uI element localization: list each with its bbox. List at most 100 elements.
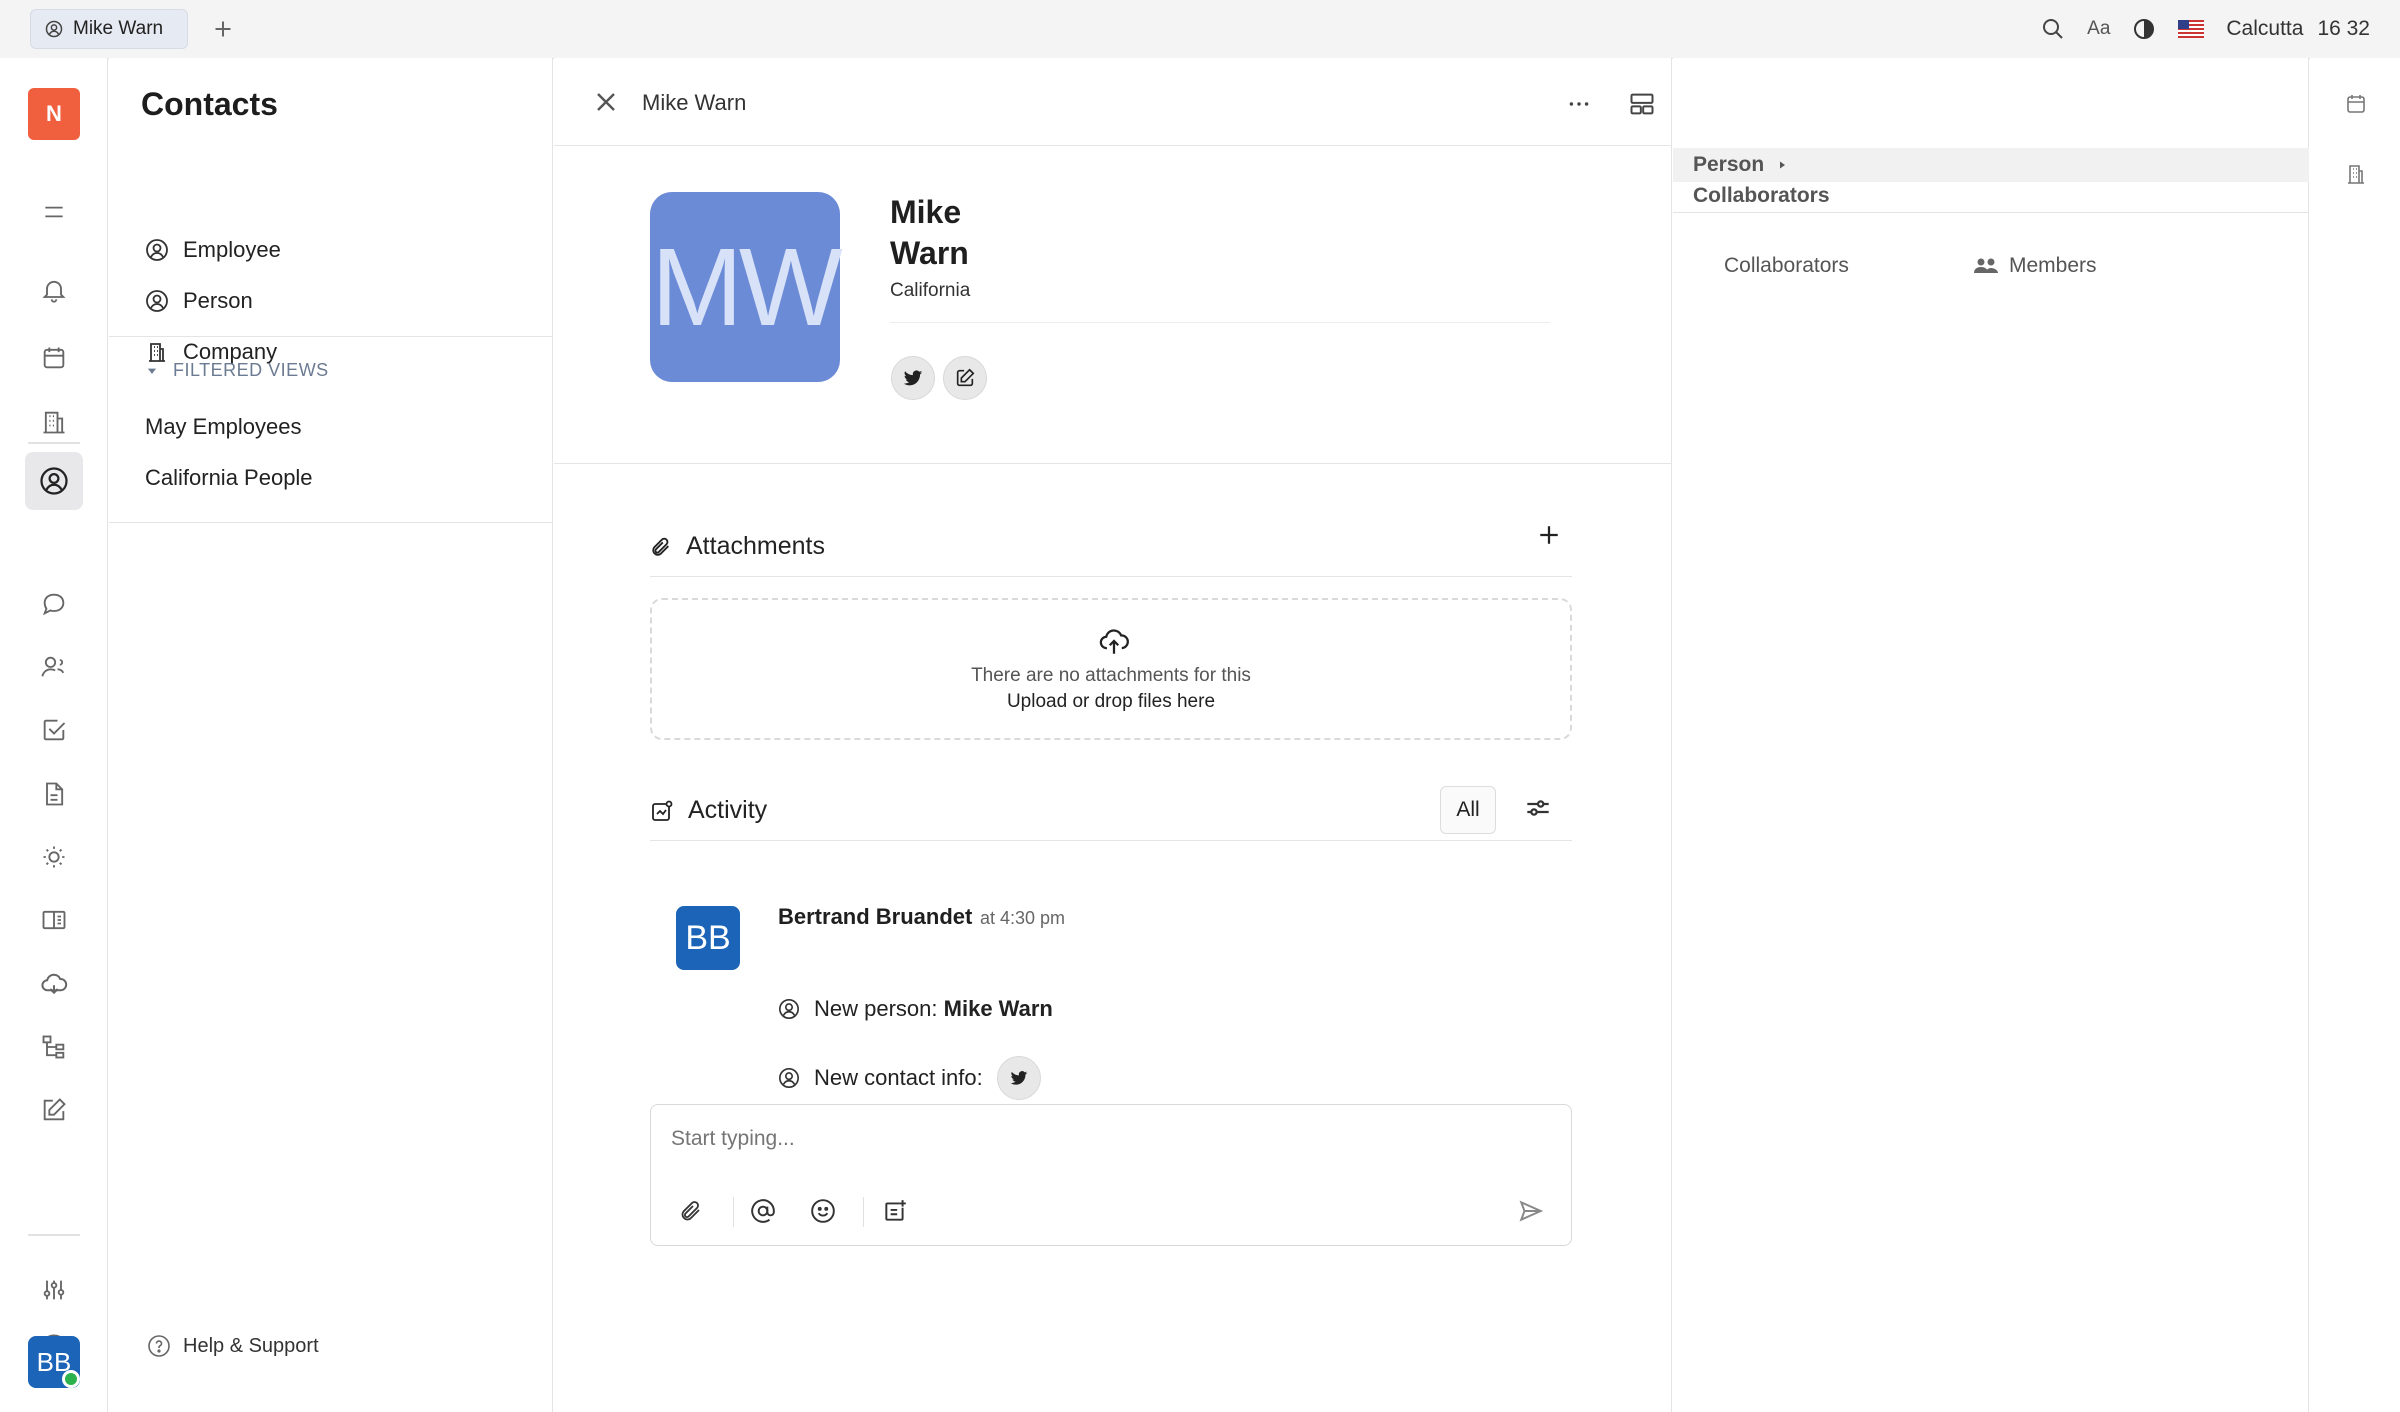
send-button[interactable]	[1513, 1193, 1549, 1229]
clock-city: Calcutta	[2226, 17, 2304, 40]
aside-panel: Person Collaborators Collaborators Membe…	[1673, 58, 2309, 1412]
building-icon[interactable]	[34, 402, 74, 442]
paperclip-icon	[679, 1199, 703, 1223]
add-contact-info-button[interactable]	[943, 356, 987, 400]
mention-button[interactable]	[745, 1193, 781, 1229]
edit-icon	[954, 367, 976, 389]
document-icon[interactable]	[34, 774, 74, 814]
help-support-label: Help & Support	[183, 1334, 319, 1357]
add-tab-button[interactable]	[208, 14, 238, 44]
workspace-button[interactable]: N	[28, 88, 80, 140]
activity-line1-value[interactable]: Mike Warn	[944, 996, 1053, 1021]
contacts-navigator: Contacts Employee Person Company FILTERE…	[109, 58, 553, 1412]
more-options-button[interactable]	[1554, 80, 1604, 128]
nav-item-employee[interactable]: Employee	[145, 230, 281, 270]
bell-icon[interactable]	[34, 270, 74, 310]
clock-time: 16 32	[2317, 17, 2370, 40]
aside-section-title: Collaborators	[1693, 184, 1830, 207]
filtered-views-header[interactable]: FILTERED VIEWS	[145, 360, 329, 381]
caret-right-icon	[1776, 159, 1788, 171]
aside-breadcrumb[interactable]: Person	[1673, 148, 2309, 182]
filtered-views-label: FILTERED VIEWS	[173, 360, 329, 380]
help-icon	[147, 1334, 171, 1358]
filtered-view-california-people[interactable]: California People	[145, 465, 313, 491]
activity-header: Activity	[650, 796, 767, 825]
message-input[interactable]	[671, 1127, 1571, 1151]
add-attachment-button[interactable]	[1534, 520, 1564, 550]
activity-filter-all[interactable]: All	[1440, 786, 1496, 834]
world-clock[interactable]: Calcutta 16 32	[2226, 17, 2370, 41]
contact-avatar[interactable]: MW	[650, 192, 843, 382]
navigator-title: Contacts	[141, 86, 278, 122]
tab-mike-warn[interactable]: Mike Warn	[30, 9, 188, 49]
tasks-icon[interactable]	[34, 710, 74, 750]
calendar-icon[interactable]	[34, 338, 74, 378]
edit-icon[interactable]	[34, 1090, 74, 1130]
attach-file-button[interactable]	[673, 1193, 709, 1229]
contact-last-name: Warn	[890, 235, 969, 271]
right-rail	[2310, 58, 2400, 1412]
building-icon[interactable]	[2340, 158, 2372, 190]
smiley-icon	[810, 1198, 836, 1224]
menu-icon[interactable]	[34, 192, 74, 232]
activity-author[interactable]: Bertrand Bruandet	[778, 904, 972, 930]
sun-icon[interactable]	[34, 837, 74, 877]
detail-header: Mike Warn	[554, 58, 1730, 146]
contact-name[interactable]: Mike Warn	[890, 192, 969, 274]
collaborators-label: Collaborators	[1724, 254, 1849, 277]
upload-link[interactable]: Upload or drop files here	[652, 691, 1570, 713]
cloud-icon[interactable]	[34, 964, 74, 1004]
nav-item-label: Person	[183, 288, 253, 313]
book-icon[interactable]	[34, 900, 74, 940]
recruiting-icon[interactable]	[34, 647, 74, 687]
twitter-icon[interactable]	[996, 1056, 1041, 1100]
activity-time: at 4:30 pm	[980, 908, 1066, 928]
activity-line-new-contact: New contact info:	[778, 1056, 1041, 1100]
nav-item-label: Employee	[183, 237, 281, 262]
contacts-icon[interactable]	[34, 461, 74, 501]
nav-item-person[interactable]: Person	[145, 281, 253, 321]
members-button[interactable]: Members	[1973, 254, 2097, 278]
emoji-button[interactable]	[805, 1193, 841, 1229]
person-circle-icon	[778, 998, 800, 1020]
no-attachments-text: There are no attachments for this	[971, 665, 1251, 686]
chat-icon[interactable]	[34, 584, 74, 624]
activity-author-avatar[interactable]: BB	[676, 906, 740, 970]
members-label: Members	[2009, 254, 2097, 277]
send-icon	[1518, 1198, 1544, 1224]
activity-filter-settings-button[interactable]	[1522, 792, 1558, 828]
hierarchy-icon[interactable]	[34, 1027, 74, 1067]
settings-sliders-icon[interactable]	[34, 1270, 74, 1310]
add-block-icon	[882, 1198, 908, 1224]
attachments-header: Attachments	[650, 532, 825, 561]
twitter-contact-button[interactable]	[891, 356, 935, 400]
people-icon	[1973, 255, 1999, 277]
add-block-button[interactable]	[877, 1193, 913, 1229]
filtered-view-may-employees[interactable]: May Employees	[145, 414, 302, 440]
contact-location[interactable]: California	[890, 280, 970, 302]
layout-toggle-button[interactable]	[1617, 80, 1667, 128]
person-circle-icon	[145, 238, 169, 262]
paperclip-icon	[650, 536, 672, 558]
help-support-button[interactable]: Help & Support	[147, 1334, 319, 1358]
attachment-drop-zone[interactable]: There are no attachments for this Upload…	[650, 598, 1572, 740]
person-circle-icon	[145, 289, 169, 313]
activity-icon	[650, 799, 674, 823]
sliders-icon	[1522, 792, 1558, 824]
breadcrumb-person: Person	[1693, 153, 1765, 176]
upload-cloud-icon	[1097, 624, 1131, 658]
at-sign-icon	[750, 1198, 776, 1224]
search-icon[interactable]	[2041, 17, 2065, 41]
app-rail: N BB	[0, 58, 108, 1412]
us-flag-icon[interactable]	[2178, 20, 2205, 38]
contact-detail-panel: Mike Warn MW Mike Warn California Attach…	[554, 58, 1730, 1412]
contact-first-name: Mike	[890, 194, 962, 230]
activity-line2-prefix: New contact info:	[814, 1065, 983, 1090]
caret-down-icon	[145, 364, 159, 378]
font-size-button[interactable]: Aa	[2087, 18, 2110, 40]
activity-line1-prefix: New person:	[814, 996, 938, 1021]
calendar-icon[interactable]	[2340, 88, 2372, 120]
activity-line-new-person: New person: Mike Warn	[778, 996, 1053, 1022]
theme-toggle-icon[interactable]	[2132, 17, 2156, 41]
close-button[interactable]	[590, 86, 622, 118]
